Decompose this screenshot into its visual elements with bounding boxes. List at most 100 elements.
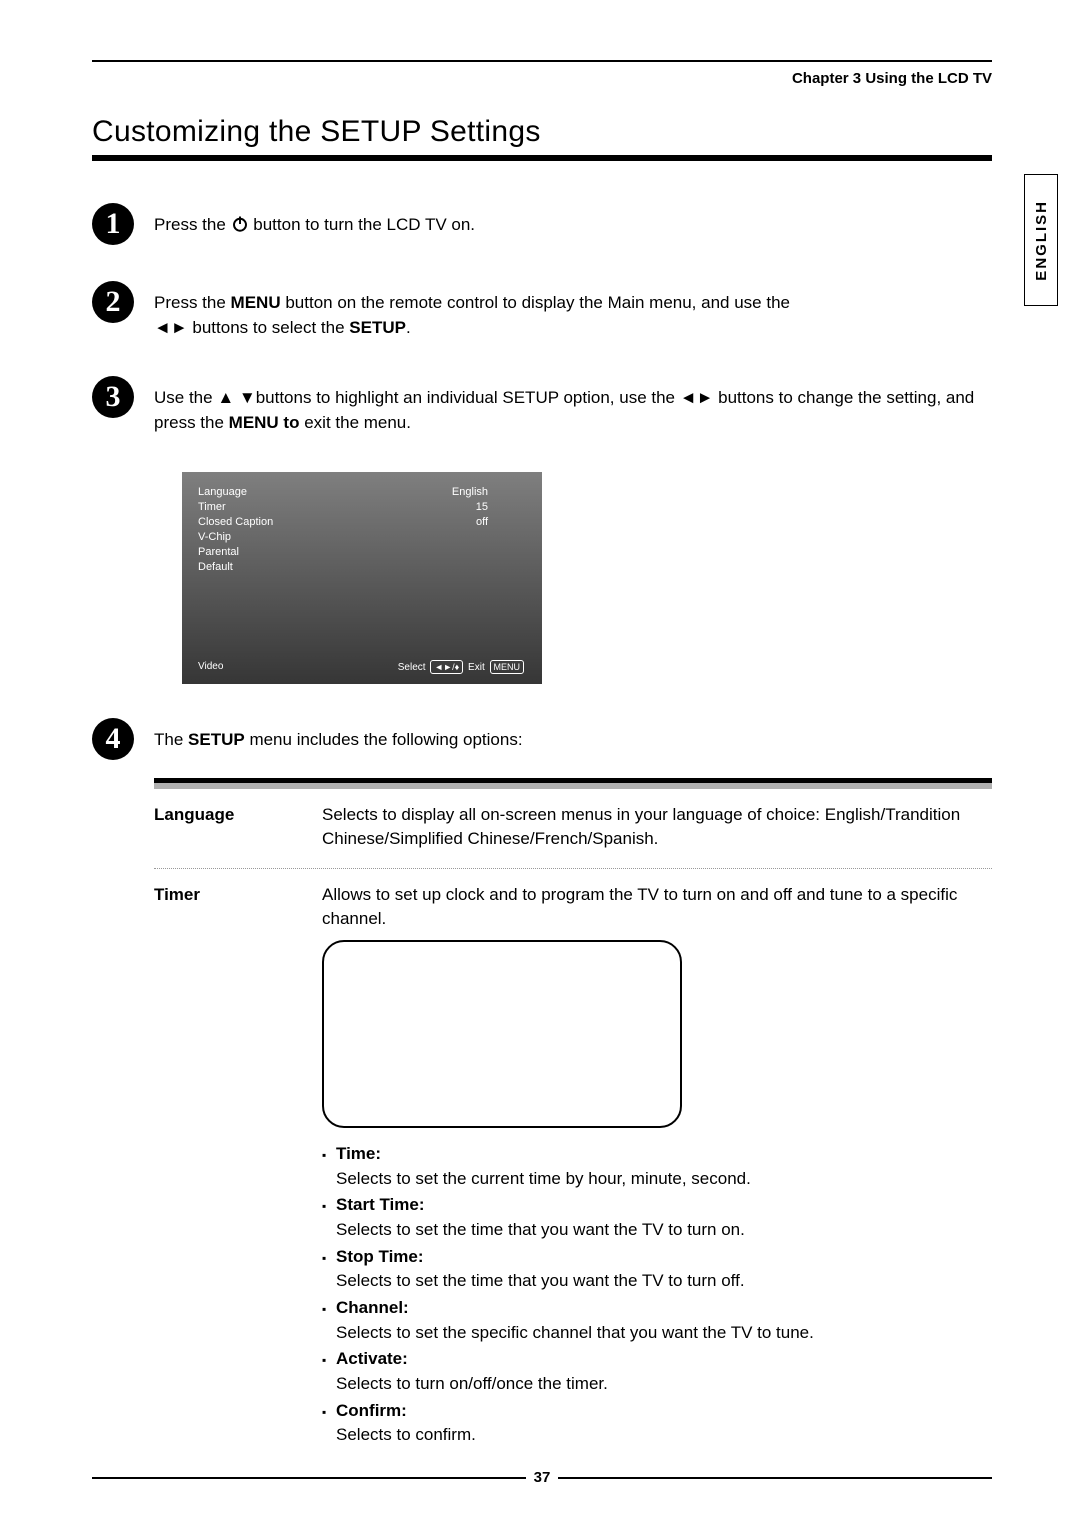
setup-word: SETUP	[188, 730, 245, 749]
language-tab: ENGLISH	[1024, 174, 1058, 306]
bullet-icon: ▪	[322, 1247, 336, 1269]
timer-sub-channel: ▪Channel: Selects to set the specific ch…	[322, 1296, 992, 1345]
setup-word: SETUP	[349, 318, 406, 337]
osd-arrow-box: ◄►/♦	[430, 660, 463, 674]
sub-body: Selects to set the time that you want th…	[336, 1218, 992, 1243]
timer-sub-time: ▪Time: Selects to set the current time b…	[322, 1142, 992, 1191]
page-number: 37	[526, 1469, 559, 1486]
step-3: 3 Use the ▲ ▼buttons to highlight an ind…	[92, 376, 992, 435]
bullet-icon: ▪	[322, 1144, 336, 1166]
osd-label: Default	[198, 561, 368, 573]
sub-body: Selects to confirm.	[336, 1423, 992, 1448]
chapter-label: Chapter 3 Using the LCD TV	[92, 70, 992, 87]
timer-sub-stop: ▪Stop Time: Selects to set the time that…	[322, 1245, 992, 1294]
left-arrow-icon: ◄	[680, 388, 697, 407]
steps-list: 1 Press the button to turn the LCD TV on…	[92, 203, 992, 436]
step-number-2: 2	[92, 281, 134, 323]
right-arrow-icon: ►	[697, 388, 714, 407]
step-1-body: Press the button to turn the LCD TV on.	[154, 203, 475, 238]
menu-to-word: MENU to	[229, 413, 300, 432]
page-title: Customizing the SETUP Settings	[92, 115, 992, 149]
step-number-1: 1	[92, 203, 134, 245]
osd-menu-box: MENU	[490, 660, 525, 674]
step-4: 4 The SETUP menu includes the following …	[92, 718, 992, 760]
t: button on the remote control to display …	[281, 293, 790, 312]
osd-row-timer: Timer 15	[198, 501, 526, 513]
right-arrow-icon: ►	[171, 318, 188, 337]
t: Use the	[154, 388, 217, 407]
bullet-icon: ▪	[322, 1349, 336, 1371]
option-desc-timer: Allows to set up clock and to program th…	[322, 883, 992, 1450]
step-2-body: Press the MENU button on the remote cont…	[154, 281, 790, 340]
page-content: Chapter 3 Using the LCD TV Customizing t…	[92, 60, 992, 1466]
osd-value: off	[368, 516, 488, 528]
language-tab-label: ENGLISH	[1033, 200, 1050, 281]
step-1-post: button to turn the LCD TV on.	[249, 215, 476, 234]
bullet-icon: ▪	[322, 1195, 336, 1217]
t: exit the menu.	[299, 413, 411, 432]
osd-value	[368, 561, 488, 573]
page-number-bar: 37	[92, 1469, 992, 1486]
osd-value	[368, 531, 488, 543]
t: Press the	[154, 293, 231, 312]
osd-label: Parental	[198, 546, 368, 558]
step-1: 1 Press the button to turn the LCD TV on…	[92, 203, 992, 245]
down-arrow-icon: ▼	[239, 388, 256, 407]
timer-intro-text: Allows to set up clock and to program th…	[322, 883, 992, 932]
up-arrow-icon: ▲	[217, 388, 234, 407]
sub-body: Selects to set the time that you want th…	[336, 1269, 992, 1294]
option-desc: Selects to display all on-screen menus i…	[322, 803, 992, 852]
osd-label: V-Chip	[198, 531, 368, 543]
option-row-language: Language Selects to display all on-scree…	[154, 789, 992, 868]
osd-screenshot: Language English Timer 15 Closed Caption…	[182, 472, 542, 684]
option-term: Language	[154, 803, 322, 852]
osd-row-default: Default	[198, 561, 526, 573]
step-4-body: The SETUP menu includes the following op…	[154, 718, 523, 753]
power-icon	[231, 215, 249, 233]
t: .	[406, 318, 411, 337]
t: buttons to select the	[188, 318, 350, 337]
osd-label: Timer	[198, 501, 368, 513]
osd-source-label: Video	[198, 661, 223, 672]
osd-exit-label: Exit	[468, 662, 485, 673]
osd-label: Language	[198, 486, 368, 498]
sub-body: Selects to set the specific channel that…	[336, 1321, 992, 1346]
osd-row-cc: Closed Caption off	[198, 516, 526, 528]
timer-sub-confirm: ▪Confirm: Selects to confirm.	[322, 1399, 992, 1448]
bullet-icon: ▪	[322, 1401, 336, 1423]
title-rule	[92, 155, 992, 161]
sub-title: Start Time:	[336, 1193, 425, 1218]
sub-title: Time:	[336, 1142, 381, 1167]
osd-label: Closed Caption	[198, 516, 368, 528]
osd-value: English	[368, 486, 488, 498]
timer-sub-start: ▪Start Time: Selects to set the time tha…	[322, 1193, 992, 1242]
step-2: 2 Press the MENU button on the remote co…	[92, 281, 992, 340]
step-3-body: Use the ▲ ▼buttons to highlight an indiv…	[154, 376, 992, 435]
options-table: Language Selects to display all on-scree…	[154, 778, 992, 1466]
left-arrow-icon: ◄	[154, 318, 171, 337]
osd-select-label: Select	[398, 662, 426, 673]
sub-title: Channel:	[336, 1296, 409, 1321]
option-row-timer: Timer Allows to set up clock and to prog…	[154, 869, 992, 1466]
timer-sub-list: ▪Time: Selects to set the current time b…	[322, 1142, 992, 1448]
osd-footer: Video Select ◄►/♦ Exit MENU	[198, 660, 526, 674]
osd-value	[368, 546, 488, 558]
osd-hints: Select ◄►/♦ Exit MENU	[398, 660, 526, 674]
top-rule	[92, 60, 992, 62]
sub-title: Activate:	[336, 1347, 408, 1372]
osd-row-parental: Parental	[198, 546, 526, 558]
t: menu includes the following options:	[245, 730, 523, 749]
osd-value: 15	[368, 501, 488, 513]
t: buttons to highlight an individual SETUP…	[256, 388, 680, 407]
menu-word: MENU	[231, 293, 281, 312]
t: The	[154, 730, 188, 749]
sub-title: Stop Time:	[336, 1245, 424, 1270]
sub-body: Selects to set the current time by hour,…	[336, 1167, 992, 1192]
osd-row-language: Language English	[198, 486, 526, 498]
osd-row-vchip: V-Chip	[198, 531, 526, 543]
sub-body: Selects to turn on/off/once the timer.	[336, 1372, 992, 1397]
step-number-4: 4	[92, 718, 134, 760]
sub-title: Confirm:	[336, 1399, 407, 1424]
timer-sub-activate: ▪Activate: Selects to turn on/off/once t…	[322, 1347, 992, 1396]
step-number-3: 3	[92, 376, 134, 418]
